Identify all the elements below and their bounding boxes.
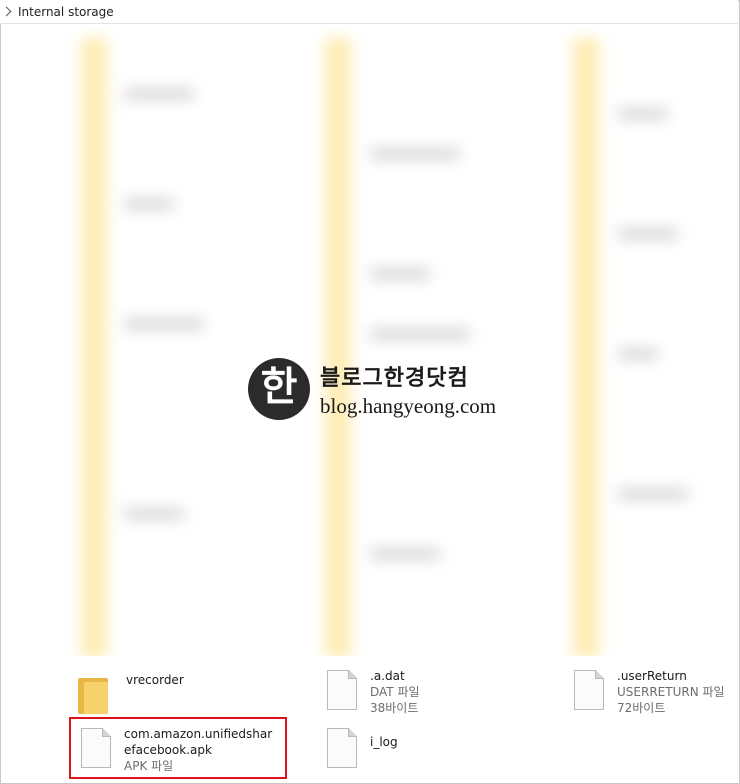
file-item-i-log[interactable]: i_log: [324, 726, 398, 774]
file-icon: [571, 668, 607, 716]
file-name: .userReturn: [617, 669, 687, 683]
file-type: USERRETURN 파일: [617, 685, 725, 699]
file-name: .a.dat: [370, 669, 405, 683]
file-icon: [324, 668, 360, 716]
highlight-box: [69, 717, 287, 779]
watermark-korean: 블로그한경닷컴: [320, 364, 469, 391]
watermark: 한 블로그한경닷컴 blog.hangyeong.com: [248, 358, 496, 420]
breadcrumb-internal-storage[interactable]: Internal storage: [18, 5, 114, 19]
file-item-a-dat[interactable]: .a.dat DAT 파일 38바이트: [324, 668, 420, 716]
chevron-right-icon[interactable]: [1, 6, 12, 17]
file-icon: [324, 726, 360, 774]
file-item-vrecorder[interactable]: vrecorder: [76, 672, 184, 720]
file-size: 72바이트: [617, 701, 666, 715]
blurred-file-grid: [0, 28, 740, 656]
address-bar[interactable]: Internal storage: [0, 0, 738, 24]
file-type: DAT 파일: [370, 685, 420, 699]
watermark-logo: 한: [248, 358, 310, 420]
folder-icon: [76, 672, 112, 720]
watermark-url: blog.hangyeong.com: [320, 393, 497, 418]
file-name: i_log: [370, 735, 398, 749]
file-size: 38바이트: [370, 701, 419, 715]
file-item-userreturn[interactable]: .userReturn USERRETURN 파일 72바이트: [571, 668, 725, 716]
file-name: vrecorder: [126, 673, 184, 687]
